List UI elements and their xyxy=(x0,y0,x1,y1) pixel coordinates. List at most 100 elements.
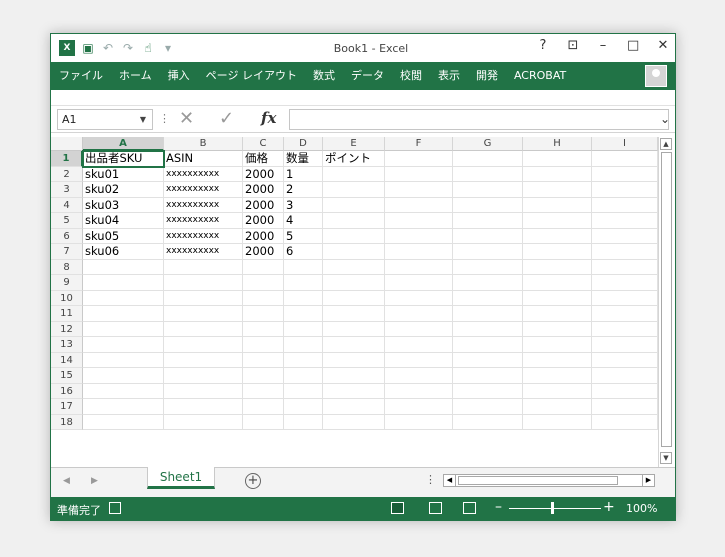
cell-i10[interactable] xyxy=(592,290,658,306)
cell-d4[interactable]: 3 xyxy=(284,197,323,213)
cell-h18[interactable] xyxy=(523,414,592,430)
cell-a1[interactable]: 出品者SKU xyxy=(82,150,165,168)
cell-f15[interactable] xyxy=(385,368,453,384)
page-break-preview-icon[interactable] xyxy=(463,502,476,514)
cell-c9[interactable] xyxy=(243,275,284,291)
cell-b4[interactable]: xxxxxxxxxx xyxy=(164,197,243,213)
formula-bar-grip[interactable]: ⋮ xyxy=(159,112,170,125)
cell-i14[interactable] xyxy=(592,352,658,368)
cell-b14[interactable] xyxy=(164,352,243,368)
row-header-11[interactable]: 11 xyxy=(51,306,83,322)
cell-h1[interactable] xyxy=(523,151,592,167)
cell-a15[interactable] xyxy=(83,368,164,384)
cell-e10[interactable] xyxy=(323,290,385,306)
cell-e15[interactable] xyxy=(323,368,385,384)
cell-b13[interactable] xyxy=(164,337,243,353)
cell-c10[interactable] xyxy=(243,290,284,306)
cell-c15[interactable] xyxy=(243,368,284,384)
cell-e1[interactable]: ポイント xyxy=(323,151,385,167)
page-layout-view-icon[interactable] xyxy=(429,502,442,514)
cell-f6[interactable] xyxy=(385,228,453,244)
cell-e9[interactable] xyxy=(323,275,385,291)
cell-h12[interactable] xyxy=(523,321,592,337)
row-header-16[interactable]: 16 xyxy=(51,383,83,399)
expand-formula-bar-icon[interactable]: ⌄ xyxy=(660,112,670,126)
row-header-2[interactable]: 2 xyxy=(51,166,83,182)
cell-f18[interactable] xyxy=(385,414,453,430)
cell-c12[interactable] xyxy=(243,321,284,337)
zoom-slider-thumb[interactable] xyxy=(551,502,554,514)
cell-d9[interactable] xyxy=(284,275,323,291)
cell-e14[interactable] xyxy=(323,352,385,368)
cell-g16[interactable] xyxy=(453,383,523,399)
cell-d8[interactable] xyxy=(284,259,323,275)
row-header-1[interactable]: 1 xyxy=(51,151,83,167)
cell-f13[interactable] xyxy=(385,337,453,353)
cell-c7[interactable]: 2000 xyxy=(243,244,284,260)
cell-d12[interactable] xyxy=(284,321,323,337)
cell-e18[interactable] xyxy=(323,414,385,430)
cell-f3[interactable] xyxy=(385,182,453,198)
cell-f16[interactable] xyxy=(385,383,453,399)
column-header-g[interactable]: G xyxy=(453,137,523,151)
cell-d10[interactable] xyxy=(284,290,323,306)
cell-c16[interactable] xyxy=(243,383,284,399)
vertical-scrollbar[interactable]: ▲ ▼ xyxy=(658,137,673,467)
cell-a10[interactable] xyxy=(83,290,164,306)
cell-a13[interactable] xyxy=(83,337,164,353)
ribbon-display-options-button[interactable]: ⊡ xyxy=(567,38,579,53)
row-header-12[interactable]: 12 xyxy=(51,321,83,337)
cell-g11[interactable] xyxy=(453,306,523,322)
cell-c11[interactable] xyxy=(243,306,284,322)
row-header-17[interactable]: 17 xyxy=(51,399,83,415)
row-header-14[interactable]: 14 xyxy=(51,352,83,368)
cell-i4[interactable] xyxy=(592,197,658,213)
row-header-15[interactable]: 15 xyxy=(51,368,83,384)
cell-h5[interactable] xyxy=(523,213,592,229)
cell-d5[interactable]: 4 xyxy=(284,213,323,229)
row-header-5[interactable]: 5 xyxy=(51,213,83,229)
row-header-6[interactable]: 6 xyxy=(51,228,83,244)
tab-data[interactable]: データ xyxy=(343,62,392,90)
cell-a9[interactable] xyxy=(83,275,164,291)
save-icon[interactable]: ▣ xyxy=(81,41,95,55)
scroll-thumb[interactable] xyxy=(661,152,672,447)
cell-d16[interactable] xyxy=(284,383,323,399)
cell-h15[interactable] xyxy=(523,368,592,384)
tab-review[interactable]: 校閲 xyxy=(392,62,430,90)
cell-g17[interactable] xyxy=(453,399,523,415)
cell-c5[interactable]: 2000 xyxy=(243,213,284,229)
chevron-down-icon[interactable]: ▼ xyxy=(140,110,146,129)
cell-h6[interactable] xyxy=(523,228,592,244)
cell-f7[interactable] xyxy=(385,244,453,260)
row-header-3[interactable]: 3 xyxy=(51,182,83,198)
cell-h14[interactable] xyxy=(523,352,592,368)
cell-e4[interactable] xyxy=(323,197,385,213)
cell-e5[interactable] xyxy=(323,213,385,229)
cell-h8[interactable] xyxy=(523,259,592,275)
tab-insert[interactable]: 挿入 xyxy=(160,62,198,90)
normal-view-icon[interactable] xyxy=(391,502,404,514)
cell-b1[interactable]: ASIN xyxy=(164,151,243,167)
tab-page-layout[interactable]: ページ レイアウト xyxy=(198,62,305,90)
cell-g13[interactable] xyxy=(453,337,523,353)
cell-a12[interactable] xyxy=(83,321,164,337)
tab-acrobat[interactable]: ACROBAT xyxy=(506,62,574,90)
column-header-e[interactable]: E xyxy=(323,137,385,151)
cell-h17[interactable] xyxy=(523,399,592,415)
cell-g12[interactable] xyxy=(453,321,523,337)
row-header-8[interactable]: 8 xyxy=(51,259,83,275)
cell-g2[interactable] xyxy=(453,166,523,182)
cell-b12[interactable] xyxy=(164,321,243,337)
cell-e2[interactable] xyxy=(323,166,385,182)
add-sheet-button[interactable]: + xyxy=(245,473,261,489)
cell-a6[interactable]: sku05 xyxy=(83,228,164,244)
cell-c3[interactable]: 2000 xyxy=(243,182,284,198)
maximize-button[interactable]: □ xyxy=(627,38,639,53)
cell-i18[interactable] xyxy=(592,414,658,430)
help-button[interactable]: ? xyxy=(537,38,549,53)
cell-a18[interactable] xyxy=(83,414,164,430)
cell-h2[interactable] xyxy=(523,166,592,182)
cell-g10[interactable] xyxy=(453,290,523,306)
cell-h9[interactable] xyxy=(523,275,592,291)
